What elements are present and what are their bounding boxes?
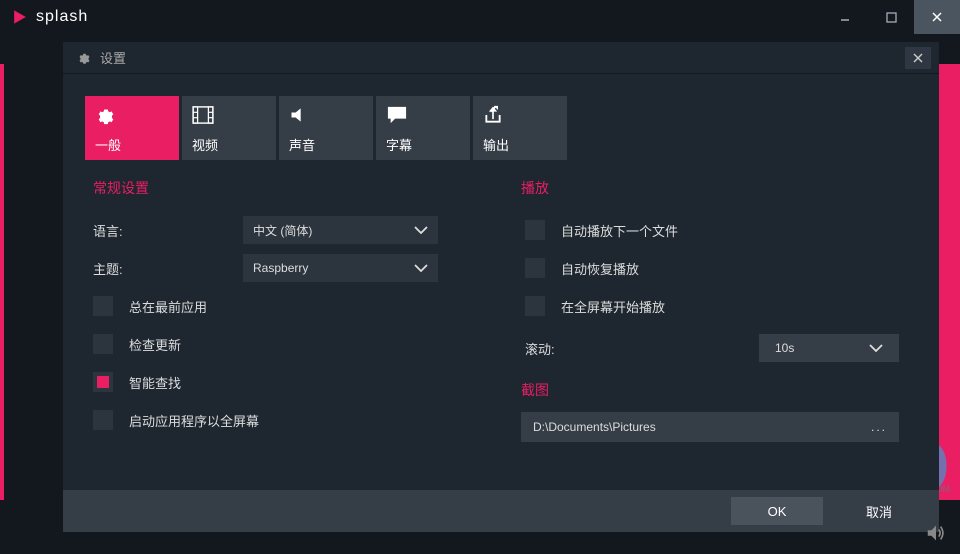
close-settings-button[interactable] [905,47,931,69]
auto-next-checkbox[interactable] [525,220,545,240]
auto-next-label: 自动播放下一个文件 [561,221,678,240]
section-general: 常规设置 [93,178,481,198]
accent-stripe-left [0,64,4,500]
scroll-value: 10s [775,341,794,355]
theme-value: Raspberry [253,261,308,275]
maximize-button[interactable] [868,0,914,34]
scroll-label: 滚动: [525,339,725,358]
section-playback: 播放 [521,178,909,198]
tab-label: 声音 [289,135,363,154]
tab-label: 字幕 [386,135,460,154]
start-fs-label: 在全屏幕开始播放 [561,297,665,316]
theme-label: 主题: [93,259,243,278]
auto-resume-label: 自动恢复播放 [561,259,639,278]
section-screenshot: 截图 [521,380,909,400]
always-on-top-checkbox[interactable] [93,296,113,316]
app-logo: splash [10,7,88,27]
screenshot-path-field[interactable]: D:\Documents\Pictures ... [521,412,899,442]
language-label: 语言: [93,221,243,240]
screenshot-path: D:\Documents\Pictures [533,420,656,434]
tab-label: 一般 [95,135,169,154]
tab-video[interactable]: 视频 [182,96,276,160]
tab-label: 视频 [192,135,266,154]
tab-output[interactable]: 输出 [473,96,567,160]
theme-select[interactable]: Raspberry [243,254,438,282]
speech-icon [386,105,408,125]
check-updates-label: 检查更新 [129,335,181,354]
smart-seek-checkbox[interactable] [93,372,113,392]
chevron-down-icon [414,264,428,272]
minimize-button[interactable] [822,0,868,34]
chevron-down-icon [869,344,883,352]
chevron-down-icon [414,226,428,234]
check-updates-checkbox[interactable] [93,334,113,354]
tab-subtitle[interactable]: 字幕 [376,96,470,160]
ok-button[interactable]: OK [731,497,823,525]
auto-resume-checkbox[interactable] [525,258,545,278]
gear-icon [95,104,117,126]
gear-icon [77,50,92,65]
tab-general[interactable]: 一般 [85,96,179,160]
browse-button[interactable]: ... [871,420,887,434]
always-on-top-label: 总在最前应用 [129,297,207,316]
language-value: 中文 (简体) [253,222,312,239]
smart-seek-label: 智能查找 [129,373,181,392]
start-fs-checkbox[interactable] [525,296,545,316]
film-icon [192,106,214,124]
settings-dialog: 设置 一般 视频 声音 字幕 输出 常规设置 语言: [63,42,939,532]
tab-audio[interactable]: 声音 [279,96,373,160]
cancel-button[interactable]: 取消 [833,497,925,525]
play-logo-icon [10,7,30,27]
language-select[interactable]: 中文 (简体) [243,216,438,244]
scroll-select[interactable]: 10s [759,334,899,362]
start-fullscreen-checkbox[interactable] [93,410,113,430]
export-icon [483,105,503,125]
tab-label: 输出 [483,135,557,154]
close-button[interactable] [914,0,960,34]
volume-icon[interactable] [924,522,948,544]
start-fullscreen-label: 启动应用程序以全屏幕 [129,411,259,430]
speaker-icon [289,105,309,125]
settings-title: 设置 [100,48,126,67]
app-name: splash [36,8,88,26]
